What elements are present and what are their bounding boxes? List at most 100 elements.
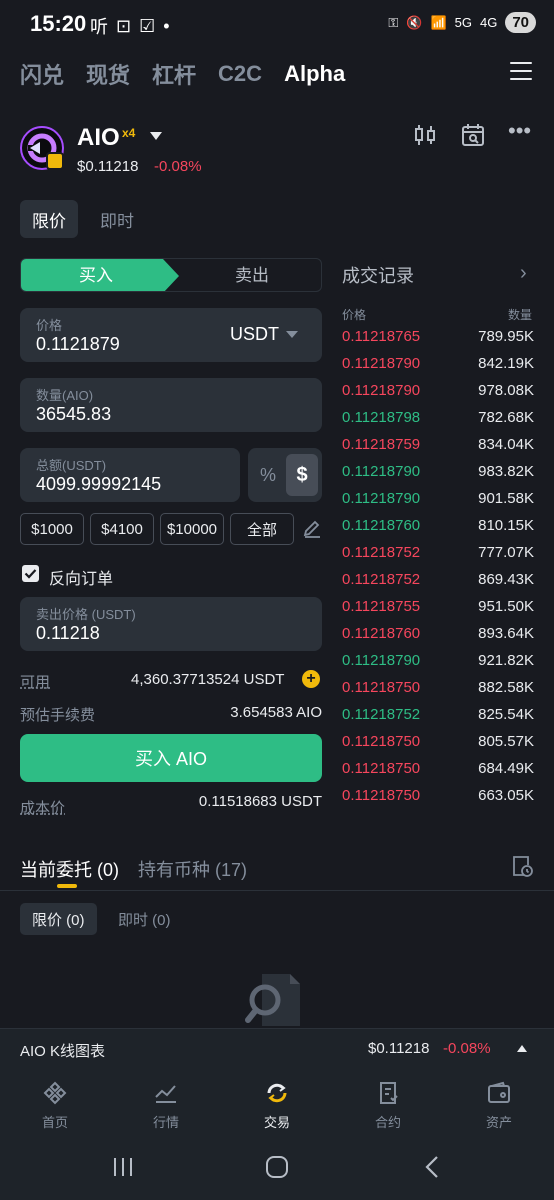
- trade-row: 0.11218760 893.64K: [342, 625, 534, 652]
- alpha-badge-icon: [46, 152, 64, 170]
- nav-assets-label: 资产: [485, 1115, 512, 1130]
- trade-qty: 789.95K: [478, 328, 534, 345]
- sell-toggle[interactable]: 卖出: [181, 259, 321, 291]
- trade-price: 0.11218750: [342, 733, 421, 750]
- sell-price-field[interactable]: 卖出价格 (USDT) 0.11218: [20, 597, 322, 651]
- candlestick-icon[interactable]: [412, 122, 438, 148]
- trade-price: 0.11218752: [342, 706, 421, 723]
- trade-row: 0.11218755 951.50K: [342, 598, 534, 625]
- cost-label: 成本价: [20, 800, 66, 817]
- kline-label[interactable]: AIO K线图表: [20, 1040, 105, 1061]
- trades-title[interactable]: 成交记录: [342, 262, 414, 288]
- amount-chip-all[interactable]: 全部: [230, 513, 294, 545]
- quantity-field[interactable]: 数量(AIO) 36545.83: [20, 378, 322, 432]
- trade-qty: 684.49K: [478, 760, 534, 777]
- unit-dropdown-icon[interactable]: [286, 331, 298, 338]
- amount-chip-4100[interactable]: $4100: [90, 513, 154, 545]
- recents-icon[interactable]: [112, 1156, 134, 1183]
- quantity-value[interactable]: 36545.83: [36, 404, 111, 425]
- price-value[interactable]: 0.1121879: [36, 334, 120, 355]
- battery-indicator: 70: [505, 12, 536, 33]
- side-toggle: 买入 卖出: [20, 258, 322, 292]
- nav-tab-alpha[interactable]: Alpha: [284, 61, 345, 87]
- amount-chip-1000[interactable]: $1000: [20, 513, 84, 545]
- markets-icon: [155, 1085, 176, 1103]
- nav-futures-label: 合约: [374, 1115, 401, 1130]
- nav-assets[interactable]: 资产: [464, 1080, 534, 1131]
- sell-price-label: 卖出价格 (USDT): [36, 607, 136, 622]
- trade-qty: 834.04K: [478, 436, 534, 453]
- calendar-search-icon[interactable]: [460, 122, 486, 148]
- tab-limit[interactable]: 限价: [20, 200, 78, 238]
- buy-toggle[interactable]: 买入: [21, 259, 171, 291]
- status-notification-icons: 听 ⊡ ☑ •: [90, 13, 170, 39]
- token-name[interactable]: AIO: [77, 124, 120, 152]
- token-price: $0.11218: [77, 158, 139, 175]
- top-nav: 闪兑 现货 杠杆 C2C Alpha: [20, 58, 345, 90]
- wallet-icon: [488, 1081, 510, 1103]
- chevron-right-icon[interactable]: ›: [520, 262, 527, 285]
- nav-trade[interactable]: 交易: [242, 1080, 312, 1131]
- trade-qty: 825.54K: [478, 706, 534, 723]
- tab-market[interactable]: 即时: [88, 200, 146, 238]
- trade-price: 0.11218760: [342, 625, 421, 642]
- trade-qty: 978.08K: [478, 382, 534, 399]
- add-funds-icon[interactable]: +: [302, 670, 320, 688]
- trade-qty: 893.64K: [478, 625, 534, 642]
- trade-price: 0.11218760: [342, 517, 421, 534]
- trades-col-qty: 数量: [508, 308, 533, 322]
- nav-tab-margin[interactable]: 杠杆: [152, 58, 196, 90]
- price-unit[interactable]: USDT: [230, 324, 279, 345]
- trade-price: 0.11218752: [342, 544, 421, 561]
- tab-holdings[interactable]: 持有币种 (17): [138, 856, 247, 882]
- trade-row: 0.11218752 825.54K: [342, 706, 534, 733]
- tab-open-orders[interactable]: 当前委托 (0): [20, 856, 119, 882]
- more-icon[interactable]: •••: [508, 118, 534, 144]
- scan-icon: ⊡: [116, 15, 132, 36]
- chevron-down-icon[interactable]: [150, 132, 162, 140]
- kline-bar[interactable]: AIO K线图表 $0.11218 -0.08%: [0, 1028, 554, 1068]
- price-label: 价格: [36, 318, 63, 333]
- trade-row: 0.11218790 842.19K: [342, 355, 534, 382]
- subtab-limit[interactable]: 限价 (0): [20, 903, 97, 935]
- trade-price: 0.11218750: [342, 787, 421, 804]
- nav-tab-c2c[interactable]: C2C: [218, 61, 262, 87]
- nav-tab-spot[interactable]: 现货: [86, 58, 130, 90]
- buy-button[interactable]: 买入 AIO: [20, 734, 322, 782]
- percent-mode[interactable]: %: [260, 465, 276, 486]
- usd-mode[interactable]: $: [286, 454, 318, 496]
- fee-value: 3.654583 AIO: [230, 704, 322, 721]
- total-field[interactable]: 总额(USDT) 4099.99992145: [20, 448, 240, 502]
- trade-row: 0.11218752 869.43K: [342, 571, 534, 598]
- trade-row: 0.11218750 882.58K: [342, 679, 534, 706]
- reverse-order-checkbox[interactable]: [22, 565, 39, 582]
- trade-qty: 921.82K: [478, 652, 534, 669]
- sell-price-value[interactable]: 0.11218: [36, 623, 100, 644]
- trade-price: 0.11218790: [342, 382, 421, 399]
- home-button-icon[interactable]: [265, 1155, 289, 1184]
- menu-icon[interactable]: [510, 62, 532, 84]
- order-history-icon[interactable]: [510, 854, 534, 883]
- trade-price: 0.11218790: [342, 652, 421, 669]
- trade-row: 0.11218790 921.82K: [342, 652, 534, 679]
- back-icon[interactable]: [422, 1154, 442, 1185]
- trade-price: 0.11218752: [342, 571, 421, 588]
- nav-home[interactable]: 首页: [20, 1080, 90, 1131]
- nav-home-label: 首页: [41, 1115, 68, 1130]
- price-field[interactable]: 价格 0.1121879 USDT: [20, 308, 322, 362]
- nav-tab-convert[interactable]: 闪兑: [20, 58, 64, 90]
- amount-chip-10000[interactable]: $10000: [160, 513, 224, 545]
- trade-qty: 810.15K: [478, 517, 534, 534]
- nav-markets[interactable]: 行情: [131, 1080, 201, 1131]
- total-value[interactable]: 4099.99992145: [36, 474, 161, 495]
- nav-futures[interactable]: 合约: [353, 1080, 423, 1131]
- status-right-icons: ⚿ 🔇 📶 5G 4G 70: [388, 12, 536, 33]
- trade-row: 0.11218760 810.15K: [342, 517, 534, 544]
- trade-row: 0.11218790 978.08K: [342, 382, 534, 409]
- edit-icon[interactable]: [302, 518, 322, 543]
- subtab-market[interactable]: 即时 (0): [106, 903, 183, 935]
- trade-qty: 663.05K: [478, 787, 534, 804]
- chevron-up-icon[interactable]: [517, 1045, 527, 1052]
- reverse-order-label[interactable]: 反向订单: [49, 565, 113, 589]
- active-tab-indicator: [57, 884, 77, 888]
